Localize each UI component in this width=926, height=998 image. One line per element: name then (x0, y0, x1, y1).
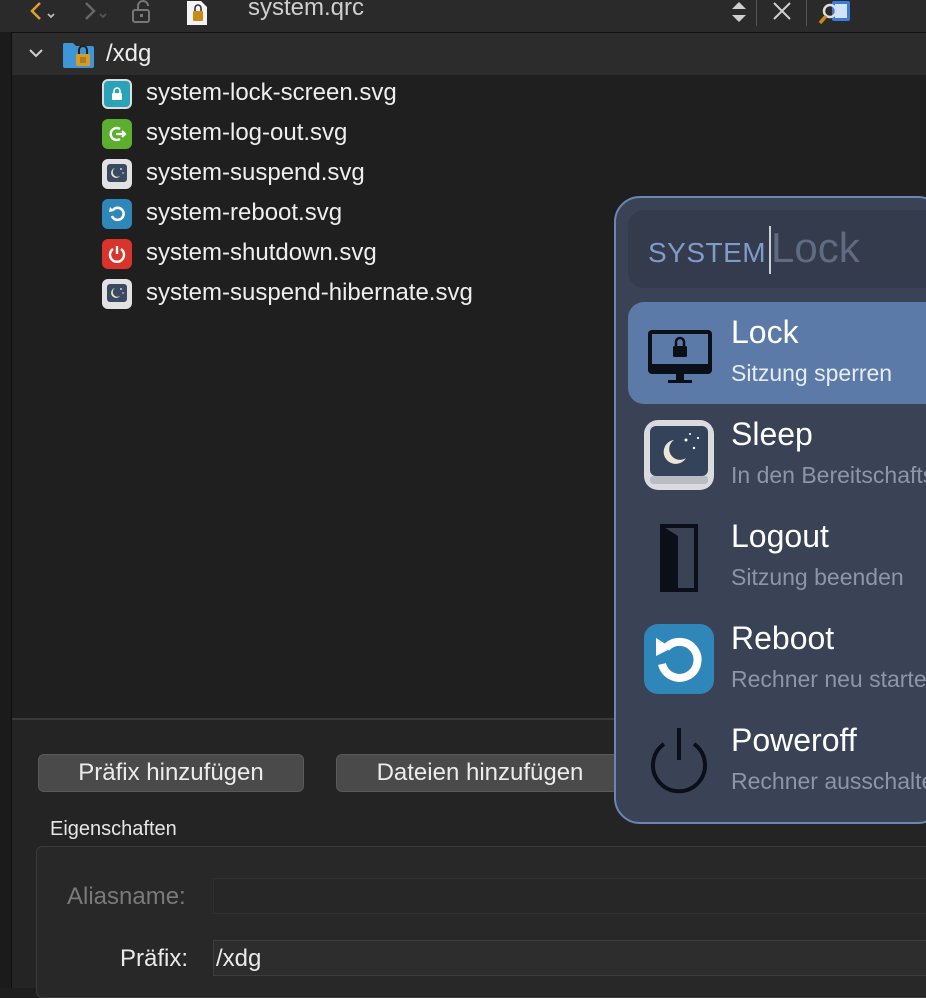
sleep-moon-icon (642, 418, 716, 492)
launcher-item-subtitle: Sitzung beenden (731, 564, 904, 590)
system-launcher-popup: SYSTEM Lock Lock Sitzung sperren Sleep I… (614, 196, 926, 824)
door-icon (642, 520, 716, 594)
unlock-icon[interactable] (130, 0, 156, 26)
prefix-label: Präfix: (120, 945, 189, 972)
file-name: system-lock-screen.svg (146, 79, 397, 106)
file-name: system-suspend.svg (146, 159, 365, 186)
add-prefix-button[interactable]: Präfix hinzufügen (38, 754, 304, 792)
launcher-item-logout[interactable]: Logout Sitzung beenden (628, 506, 926, 608)
launcher-item-title: Lock (731, 314, 799, 350)
file-row[interactable]: system-lock-screen.svg (102, 74, 602, 114)
search-query[interactable]: Lock (771, 224, 860, 272)
launcher-item-subtitle: Rechner neu starten (731, 666, 926, 692)
properties-section-title: Eigenschaften (50, 818, 177, 840)
file-name: system-log-out.svg (146, 119, 348, 146)
file-name: system-shutdown.svg (146, 239, 377, 266)
file-title[interactable]: system.qrc (248, 0, 364, 22)
suspend-icon (102, 159, 132, 189)
locked-folder-icon (62, 40, 96, 75)
file-name: system-reboot.svg (146, 199, 343, 226)
launcher-item-subtitle: Rechner ausschalten (731, 768, 926, 794)
chevron-down-icon[interactable] (26, 43, 46, 68)
alias-label: Aliasname: (67, 883, 186, 910)
updown-chevron-icon[interactable] (726, 0, 752, 26)
launcher-search-field[interactable]: SYSTEM Lock (628, 210, 926, 288)
tree-root-row[interactable]: /xdg (12, 33, 926, 75)
file-row[interactable]: system-log-out.svg (102, 114, 602, 154)
tree-root-label: /xdg (106, 40, 152, 67)
toolbar-separator (756, 0, 757, 26)
launcher-item-title: Poweroff (731, 722, 857, 758)
editor-toolbar: system.qrc (0, 0, 926, 33)
launcher-item-reboot[interactable]: Reboot Rechner neu starten (628, 608, 926, 710)
left-gutter (0, 32, 12, 988)
hibernate-icon (102, 279, 132, 309)
log-out-icon (102, 119, 132, 149)
reboot-icon (102, 199, 132, 229)
launcher-item-lock[interactable]: Lock Sitzung sperren (628, 302, 926, 404)
add-files-button[interactable]: Dateien hinzufügen (336, 754, 624, 792)
launcher-item-title: Logout (731, 518, 829, 554)
launcher-item-subtitle: In den Bereitschaftsmodus wechseln (731, 462, 926, 488)
launcher-item-poweroff[interactable]: Poweroff Rechner ausschalten (628, 710, 926, 812)
forward-arrow-icon[interactable] (80, 0, 114, 26)
search-prefix: SYSTEM (648, 237, 767, 268)
power-icon (642, 724, 716, 798)
prefix-input[interactable]: /xdg (213, 940, 926, 976)
launcher-item-sleep[interactable]: Sleep In den Bereitschaftsmodus wechseln (628, 404, 926, 506)
launcher-item-title: Sleep (731, 416, 813, 452)
file-row[interactable]: system-suspend.svg (102, 154, 602, 194)
toolbar-separator (806, 0, 807, 26)
back-arrow-icon[interactable] (26, 0, 60, 26)
reboot-icon (642, 622, 716, 696)
inspect-icon[interactable] (818, 0, 854, 26)
file-row[interactable]: system-suspend-hibernate.svg (102, 274, 602, 314)
file-row[interactable]: system-reboot.svg (102, 194, 602, 234)
monitor-lock-icon (642, 316, 716, 390)
lock-screen-icon (102, 79, 132, 109)
file-row[interactable]: system-shutdown.svg (102, 234, 602, 274)
shutdown-icon (102, 239, 132, 269)
launcher-item-title: Reboot (731, 620, 835, 656)
close-icon[interactable] (768, 0, 796, 26)
file-name: system-suspend-hibernate.svg (146, 279, 473, 306)
launcher-item-subtitle: Sitzung sperren (731, 360, 893, 386)
alias-input[interactable] (213, 878, 926, 914)
qrc-file-icon (182, 0, 212, 26)
properties-group: Aliasname: Präfix: /xdg (36, 846, 926, 998)
